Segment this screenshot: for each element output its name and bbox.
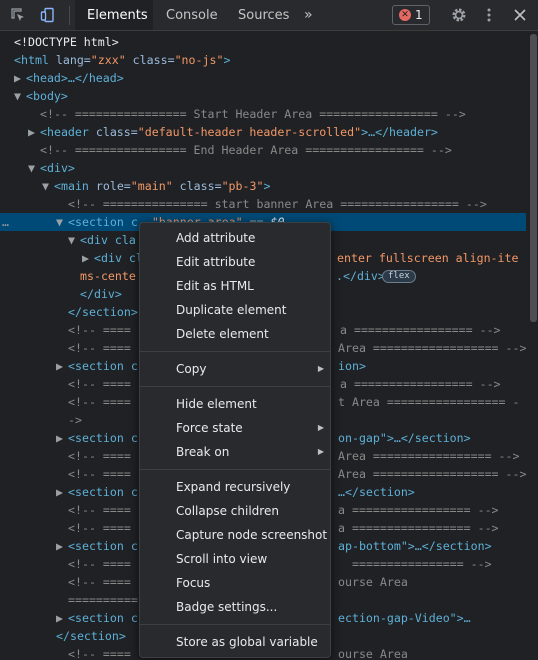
menu-item-break-on[interactable]: Break on ▶ — [140, 440, 330, 464]
expand-arrow-icon[interactable]: ▶ — [56, 537, 68, 555]
device-toolbar-icon[interactable] — [34, 0, 62, 30]
error-counter-button[interactable]: ✕ 1 — [392, 5, 430, 25]
tab-elements[interactable]: Elements — [75, 0, 153, 30]
expand-arrow-icon[interactable]: ▶ — [14, 69, 26, 87]
menu-item-edit-attribute[interactable]: Edit attribute — [140, 250, 330, 274]
context-menu: Add attribute Edit attribute Edit as HTM… — [139, 222, 331, 658]
submenu-arrow-icon: ▶ — [317, 447, 324, 456]
menu-item-delete-element[interactable]: Delete element — [140, 322, 330, 346]
tree-line[interactable]: ▼ <div> — [0, 159, 526, 177]
tab-sources[interactable]: Sources — [226, 0, 298, 30]
tree-line[interactable]: ▶ <head>…</head> — [0, 69, 526, 87]
expand-arrow-icon[interactable]: ▶ — [56, 357, 68, 375]
menu-item-add-attribute[interactable]: Add attribute — [140, 226, 330, 250]
collapse-arrow-icon[interactable]: ▼ — [14, 87, 26, 105]
settings-gear-icon[interactable] — [446, 0, 472, 30]
scrollbar-thumb[interactable] — [530, 34, 537, 322]
menu-item-expand-recursively[interactable]: Expand recursively — [140, 475, 330, 499]
tree-line[interactable]: <!-- ================ Start Header Area … — [0, 105, 526, 123]
menu-item-force-state[interactable]: Force state ▶ — [140, 416, 330, 440]
menu-item-hide-element[interactable]: Hide element — [140, 392, 330, 416]
menu-item-capture-node-screenshot[interactable]: Capture node screenshot — [140, 523, 330, 547]
expand-arrow-icon[interactable]: ▶ — [82, 249, 94, 267]
expand-arrow-icon[interactable]: ▶ — [56, 429, 68, 447]
devtools-toolbar: Elements Console Sources » ✕ 1 — [0, 0, 538, 31]
toolbar-divider — [69, 6, 70, 25]
submenu-arrow-icon: ▶ — [317, 423, 324, 432]
menu-separator — [140, 386, 330, 387]
more-options-icon[interactable] — [478, 0, 500, 30]
collapse-arrow-icon[interactable]: ▼ — [28, 159, 40, 177]
menu-separator — [140, 469, 330, 470]
tree-line[interactable]: <!-- =============== start banner Area =… — [0, 195, 526, 213]
menu-item-badge-settings[interactable]: Badge settings... — [140, 595, 330, 619]
menu-item-edit-as-html[interactable]: Edit as HTML — [140, 274, 330, 298]
flex-badge[interactable]: flex — [382, 270, 416, 283]
tree-line[interactable]: <html lang="zxx" class="no-js"> — [0, 51, 526, 69]
menu-item-store-as-global-variable[interactable]: Store as global variable — [140, 630, 330, 654]
tree-line[interactable]: ▶ <header class="default-header header-sc… — [0, 123, 526, 141]
menu-item-collapse-children[interactable]: Collapse children — [140, 499, 330, 523]
collapse-arrow-icon[interactable]: ▼ — [68, 231, 80, 249]
error-icon: ✕ — [399, 9, 411, 21]
inspect-element-icon[interactable] — [4, 0, 32, 30]
collapse-arrow-icon[interactable]: ▼ — [42, 177, 54, 195]
tab-console[interactable]: Console — [154, 0, 226, 30]
tree-line[interactable]: <!DOCTYPE html> — [0, 33, 526, 51]
expand-arrow-icon[interactable]: ▶ — [56, 609, 68, 627]
menu-item-label: Force state — [176, 421, 243, 435]
menu-item-label: Break on — [176, 445, 230, 459]
menu-item-duplicate-element[interactable]: Duplicate element — [140, 298, 330, 322]
tree-line[interactable]: ▼ <main role="main" class="pb-3"> — [0, 177, 526, 195]
expand-arrow-icon[interactable]: ▶ — [28, 123, 40, 141]
expand-arrow-icon[interactable]: ▶ — [56, 483, 68, 501]
error-count: 1 — [415, 8, 423, 22]
node-actions-icon[interactable]: … — [2, 213, 9, 231]
tree-line[interactable]: ▼ <body> — [0, 87, 526, 105]
submenu-arrow-icon: ▶ — [317, 364, 324, 373]
more-tabs-button[interactable]: » — [298, 0, 326, 30]
collapse-arrow-icon[interactable]: ▼ — [56, 213, 68, 231]
menu-item-focus[interactable]: Focus — [140, 571, 330, 595]
menu-item-scroll-into-view[interactable]: Scroll into view — [140, 547, 330, 571]
menu-separator — [140, 624, 330, 625]
menu-item-copy[interactable]: Copy ▶ — [140, 357, 330, 381]
tree-line[interactable]: <!-- ================ End Header Area ==… — [0, 141, 526, 159]
menu-separator — [140, 351, 330, 352]
close-devtools-icon[interactable] — [508, 0, 532, 30]
menu-item-label: Copy — [176, 362, 207, 376]
